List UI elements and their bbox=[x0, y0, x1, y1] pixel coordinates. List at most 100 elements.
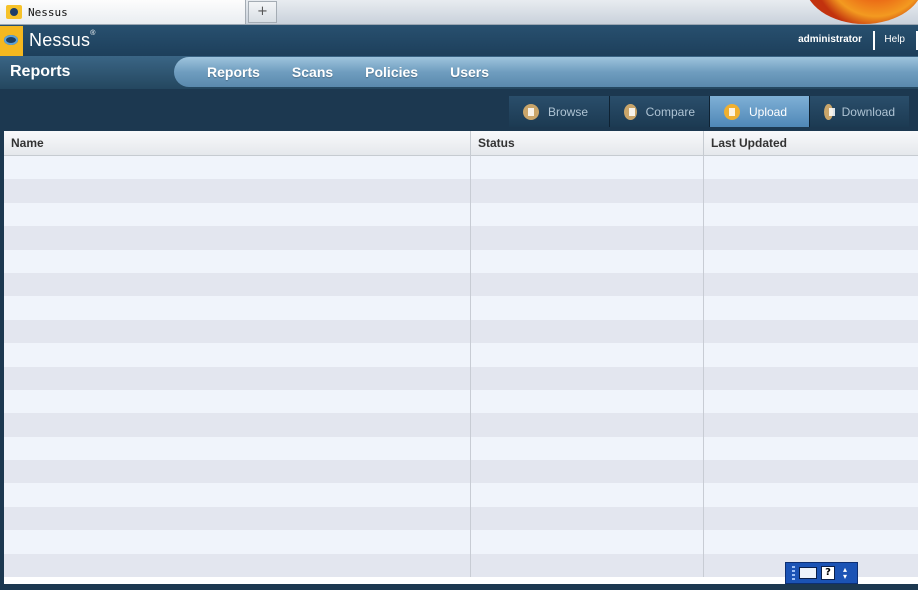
logo-text: Nessus® bbox=[29, 30, 96, 50]
registered-mark: ® bbox=[90, 30, 96, 37]
table-cell bbox=[471, 530, 704, 554]
ime-expand-icon[interactable]: ▴ ▾ bbox=[843, 566, 847, 581]
table-cell bbox=[4, 436, 471, 461]
download-icon bbox=[824, 103, 835, 120]
app-header: Nessus® administrator Help bbox=[0, 25, 918, 56]
table-cell bbox=[704, 226, 918, 249]
nav-item-scans[interactable]: Scans bbox=[292, 64, 333, 80]
table-row bbox=[4, 460, 918, 484]
nav-item-reports[interactable]: Reports bbox=[207, 64, 260, 80]
table-cell bbox=[704, 203, 918, 226]
table-cell bbox=[704, 179, 918, 202]
table-cell bbox=[4, 226, 471, 250]
table-body bbox=[4, 156, 918, 578]
nessus-eye-icon bbox=[0, 25, 23, 56]
table-row bbox=[4, 343, 918, 367]
table-cell bbox=[471, 343, 704, 367]
table-cell bbox=[4, 319, 471, 344]
table-cell bbox=[4, 506, 471, 531]
page-title: Reports bbox=[10, 63, 71, 80]
table-cell bbox=[704, 390, 918, 413]
nav-item-users[interactable]: Users bbox=[450, 64, 489, 80]
nav-item-policies[interactable]: Policies bbox=[365, 64, 418, 80]
user-menu-link[interactable]: administrator bbox=[798, 34, 862, 45]
reports-table: Name Status Last Updated bbox=[4, 131, 918, 584]
browser-tab[interactable]: Nessus bbox=[0, 0, 246, 24]
table-row bbox=[4, 553, 918, 578]
table-cell bbox=[471, 319, 704, 344]
table-cell bbox=[704, 367, 918, 390]
reports-toolbar: Browse Compare Upload Download bbox=[0, 89, 918, 131]
table-row bbox=[4, 483, 918, 507]
table-cell bbox=[471, 460, 704, 484]
keyboard-icon[interactable] bbox=[799, 567, 817, 579]
table-cell bbox=[4, 156, 471, 180]
table-row bbox=[4, 202, 918, 227]
table-row bbox=[4, 389, 918, 414]
table-row bbox=[4, 413, 918, 437]
firefox-logo-icon bbox=[802, 0, 918, 24]
table-cell bbox=[4, 366, 471, 390]
table-cell bbox=[471, 483, 704, 507]
table-row bbox=[4, 366, 918, 390]
table-cell bbox=[704, 437, 918, 460]
nessus-logo[interactable]: Nessus® bbox=[0, 25, 96, 56]
compare-button[interactable]: Compare bbox=[609, 96, 709, 127]
table-cell bbox=[704, 343, 918, 366]
browse-label: Browse bbox=[548, 104, 589, 119]
table-row bbox=[4, 272, 918, 297]
table-cell bbox=[4, 483, 471, 507]
table-cell bbox=[471, 506, 704, 531]
table-cell bbox=[4, 460, 471, 484]
browser-tab-title: Nessus bbox=[28, 5, 68, 19]
table-cell bbox=[471, 156, 704, 180]
browse-button[interactable]: Browse bbox=[509, 96, 609, 127]
table-cell bbox=[4, 179, 471, 203]
column-header-last-updated[interactable]: Last Updated bbox=[704, 131, 918, 155]
help-link[interactable]: Help bbox=[884, 34, 905, 45]
table-row bbox=[4, 436, 918, 461]
table-cell bbox=[4, 272, 471, 297]
table-cell bbox=[4, 530, 471, 554]
table-cell bbox=[4, 249, 471, 273]
column-header-status[interactable]: Status bbox=[471, 131, 704, 155]
table-cell bbox=[471, 179, 704, 203]
compare-label: Compare bbox=[645, 104, 695, 119]
table-cell bbox=[704, 273, 918, 296]
table-cell bbox=[704, 250, 918, 273]
compare-icon bbox=[624, 103, 637, 120]
table-cell bbox=[704, 460, 918, 483]
table-cell bbox=[704, 530, 918, 553]
table-cell bbox=[4, 202, 471, 227]
table-cell bbox=[471, 249, 704, 273]
bottom-border bbox=[0, 584, 918, 590]
table-cell bbox=[471, 272, 704, 297]
table-cell bbox=[471, 436, 704, 461]
ime-help-icon[interactable]: ? bbox=[821, 566, 835, 580]
toolbar-button-group: Browse Compare Upload Download bbox=[509, 96, 909, 127]
table-cell bbox=[704, 296, 918, 319]
download-label: Download bbox=[841, 104, 895, 119]
table-cell bbox=[471, 413, 704, 437]
new-tab-button[interactable]: + bbox=[248, 1, 277, 23]
table-cell bbox=[471, 389, 704, 414]
ime-toolbar[interactable]: ? ▴ ▾ bbox=[785, 562, 858, 584]
column-header-name[interactable]: Name bbox=[4, 131, 471, 155]
upload-button[interactable]: Upload bbox=[709, 96, 809, 127]
table-row bbox=[4, 530, 918, 554]
table-row bbox=[4, 506, 918, 531]
browser-tab-strip: Nessus + bbox=[0, 0, 918, 25]
table-cell bbox=[4, 389, 471, 414]
table-cell bbox=[704, 156, 918, 179]
table-cell bbox=[4, 343, 471, 367]
table-cell bbox=[704, 320, 918, 343]
nessus-favicon-icon bbox=[6, 5, 22, 19]
table-cell bbox=[704, 413, 918, 436]
table-row bbox=[4, 156, 918, 180]
table-header: Name Status Last Updated bbox=[4, 131, 918, 156]
header-divider bbox=[873, 31, 875, 50]
table-row bbox=[4, 179, 918, 203]
download-button[interactable]: Download bbox=[809, 96, 909, 127]
table-cell bbox=[704, 507, 918, 530]
ime-drag-handle[interactable] bbox=[792, 566, 795, 580]
